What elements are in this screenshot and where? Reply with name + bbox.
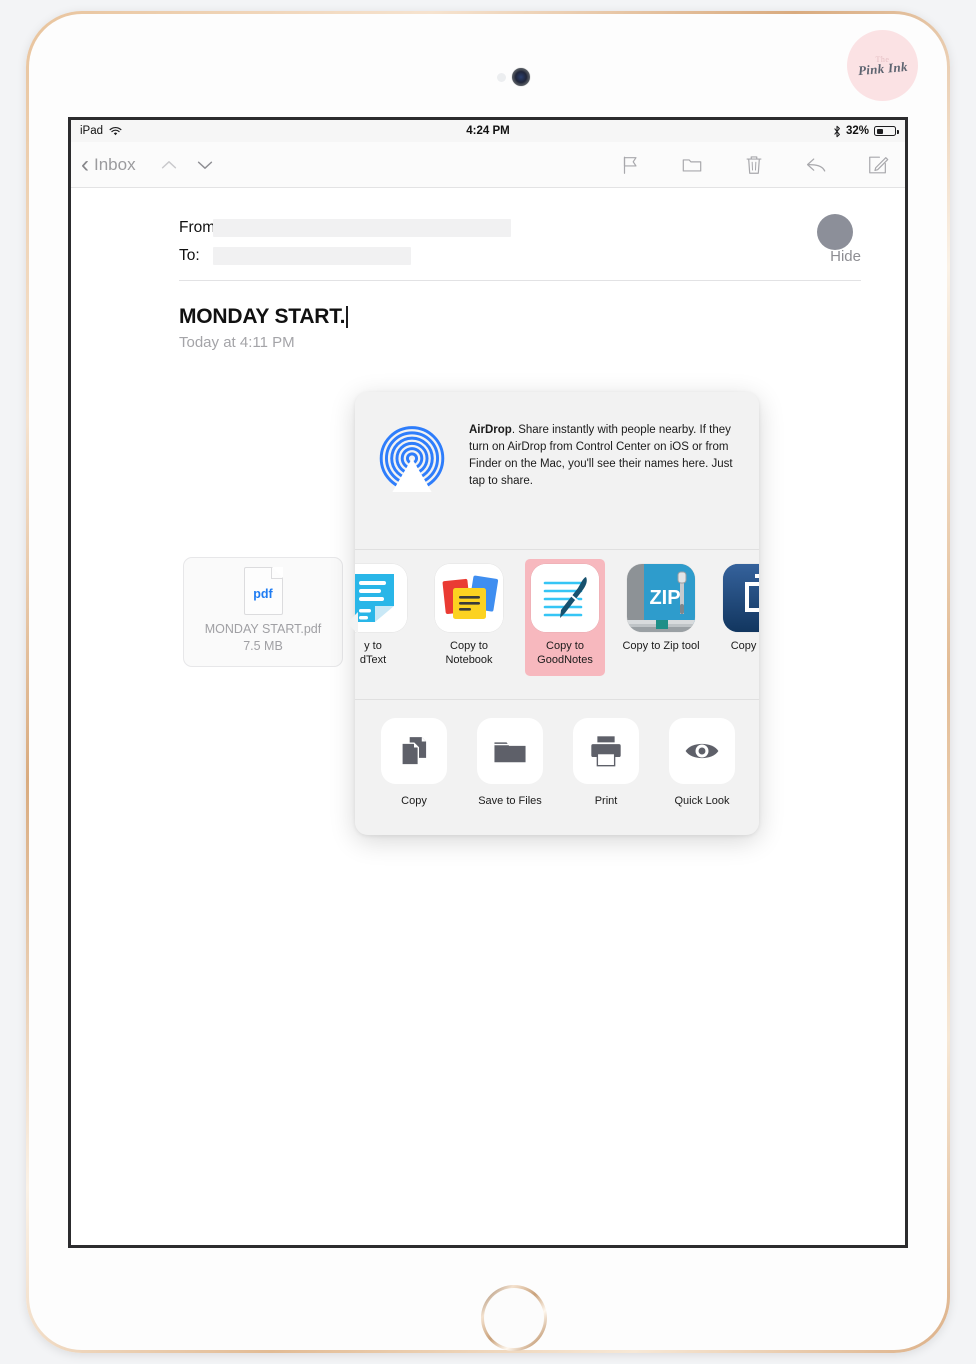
from-label: From:	[179, 219, 220, 236]
share-actions-section: Copy Save to Files Print Quick Look	[355, 700, 759, 834]
message-subject: MONDAY START.	[179, 305, 349, 328]
share-app-label: Copy to Dr	[730, 640, 759, 652]
share-app-label: y to dText	[359, 640, 387, 666]
battery-percent-label: 32%	[845, 125, 869, 137]
home-button[interactable]	[481, 1285, 547, 1351]
wifi-icon	[109, 126, 122, 135]
svg-text:ZIP: ZIP	[649, 587, 680, 609]
back-to-inbox-button[interactable]: ‹ Inbox	[81, 150, 136, 178]
compose-icon[interactable]	[867, 154, 889, 176]
share-app-notebook[interactable]: Copy to Notebook	[429, 564, 509, 668]
share-action-label: Quick Look	[674, 795, 730, 807]
share-action-label: Copy	[401, 795, 427, 807]
back-label: Inbox	[94, 154, 136, 174]
to-row: To: Hide	[179, 242, 861, 270]
ipad-screen: iPad 4:24 PM 32% ‹ Inbox From: To: Hide …	[68, 117, 908, 1248]
chevron-down-icon[interactable]	[194, 154, 216, 176]
pdf-type-label: pdf	[253, 587, 273, 601]
folder-icon	[477, 718, 543, 784]
popover-arrow	[347, 612, 358, 634]
share-action-label: Save to Files	[478, 795, 542, 807]
mail-action-buttons	[619, 154, 889, 176]
chevron-up-icon[interactable]	[158, 154, 180, 176]
message-nav-arrows	[158, 154, 216, 176]
from-row: From:	[179, 214, 861, 242]
share-app-label: Copy to GoodNotes	[537, 640, 593, 666]
share-app-ziptool[interactable]: ZIP Copy to Zip tool	[621, 564, 701, 654]
flag-icon[interactable]	[619, 154, 641, 176]
ambient-sensor-icon	[497, 73, 506, 82]
share-action-copy[interactable]: Copy	[381, 718, 447, 807]
printer-icon	[573, 718, 639, 784]
share-app-label: Copy to Notebook	[445, 640, 493, 666]
device-name-label: iPad	[80, 125, 104, 137]
copy-icon	[381, 718, 447, 784]
status-bar: iPad 4:24 PM 32%	[71, 120, 905, 142]
message-date: Today at 4:11 PM	[179, 334, 295, 351]
attachment-filesize: 7.5 MB	[243, 639, 283, 653]
hide-details-button[interactable]: Hide	[830, 248, 861, 265]
goodtext-app-icon	[355, 564, 407, 632]
goodnotes-app-icon	[531, 564, 599, 632]
documents-app-icon	[723, 564, 759, 632]
front-camera-icon	[512, 68, 530, 86]
eye-icon	[669, 718, 735, 784]
from-value-redacted[interactable]	[213, 219, 511, 237]
share-app-documents[interactable]: Copy to Dr	[717, 564, 759, 654]
watermark-line2: Pink Ink	[857, 58, 908, 78]
status-bar-left: iPad	[80, 125, 122, 137]
header-divider	[179, 280, 861, 281]
share-app-label: Copy to Zip tool	[622, 640, 700, 652]
attachment-filename: MONDAY START.pdf	[204, 622, 322, 636]
status-bar-right: 32%	[833, 125, 899, 138]
share-sheet-popover: AirDrop. Share instantly with people nea…	[355, 392, 759, 835]
message-header: From: To: Hide	[71, 188, 905, 270]
home-button-face	[484, 1288, 544, 1348]
share-action-quick-look[interactable]: Quick Look	[669, 718, 735, 807]
share-app-goodtext[interactable]: y to dText	[355, 564, 413, 668]
to-label: To:	[179, 247, 200, 264]
bluetooth-icon	[834, 125, 840, 137]
mail-message-body: From: To: Hide MONDAY START. Today at 4:…	[71, 188, 905, 1245]
airdrop-description: AirDrop. Share instantly with people nea…	[469, 418, 737, 490]
reply-icon[interactable]	[805, 154, 827, 176]
share-action-label: Print	[594, 795, 618, 807]
share-action-save-to-files[interactable]: Save to Files	[477, 718, 543, 807]
watermark-badge: The Pink Ink	[847, 30, 918, 101]
battery-icon	[874, 126, 899, 136]
ziptool-app-icon: ZIP	[627, 564, 695, 632]
pdf-attachment-tile[interactable]: pdf MONDAY START.pdf 7.5 MB	[183, 557, 343, 667]
airdrop-icon[interactable]	[377, 422, 447, 492]
to-value-redacted[interactable]	[213, 247, 411, 265]
airdrop-title: AirDrop	[469, 424, 512, 436]
avatar	[817, 214, 853, 250]
trash-icon[interactable]	[743, 154, 765, 176]
notebook-app-icon	[435, 564, 503, 632]
status-bar-clock: 4:24 PM	[466, 125, 510, 137]
share-app-goodnotes[interactable]: Copy to GoodNotes	[525, 559, 605, 676]
chevron-left-icon: ‹	[81, 150, 89, 178]
share-action-print[interactable]: Print	[573, 718, 639, 807]
share-apps-section: y to dText Copy to Notebook Copy to Good…	[355, 550, 759, 700]
share-apps-row: y to dText Copy to Notebook Copy to Good…	[355, 550, 759, 676]
mail-toolbar: ‹ Inbox	[71, 142, 905, 188]
ipad-device: iPad 4:24 PM 32% ‹ Inbox From: To: Hide …	[26, 11, 950, 1353]
folder-icon[interactable]	[681, 154, 703, 176]
pdf-file-icon: pdf	[243, 567, 283, 615]
airdrop-section: AirDrop. Share instantly with people nea…	[355, 392, 759, 550]
